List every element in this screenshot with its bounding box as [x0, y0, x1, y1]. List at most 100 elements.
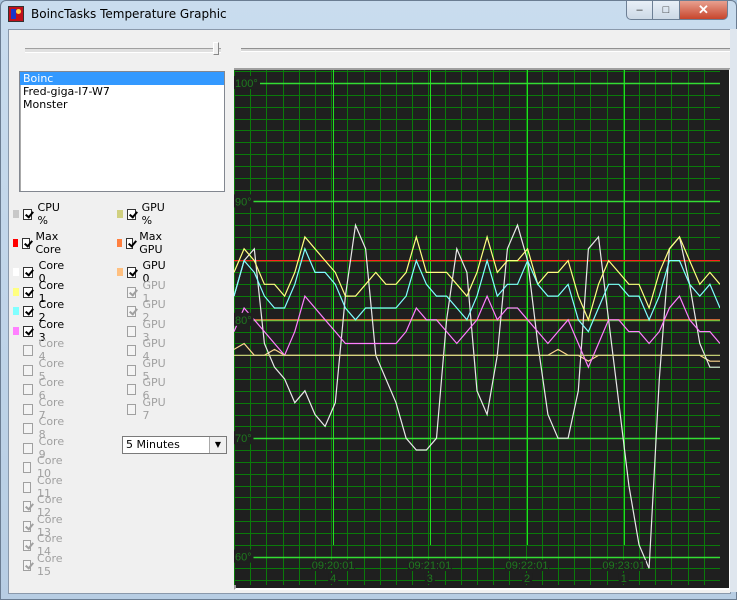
time-range-select[interactable]: 5 Minutes ▼: [122, 436, 227, 454]
window-controls: – □ ✕: [626, 1, 728, 20]
checkbox-gpu-7: [127, 403, 137, 415]
x-tick-label: 09:23:01: [602, 560, 645, 572]
computer-list-item[interactable]: Monster: [20, 98, 224, 111]
legend-label: Core 15: [37, 552, 63, 578]
legend-item-core-0: Core 0: [13, 259, 67, 285]
checkbox-max-core[interactable]: [21, 237, 30, 249]
y-tick-label: 90°: [235, 196, 252, 208]
computer-list-item[interactable]: Fred-giga-I7-W7: [20, 85, 224, 98]
checkbox-core-12: [22, 500, 32, 512]
window-edge: [730, 29, 737, 592]
legend-item-max-core: Max Core: [13, 230, 67, 256]
y-tick-label: 100°: [235, 78, 258, 90]
legend-item-cpu-pct: CPU %: [13, 201, 64, 227]
legend-item-gpu-6: GPU 6: [117, 376, 169, 402]
color-swatch: [13, 288, 20, 296]
app-icon: [8, 6, 24, 22]
checkbox-core-2[interactable]: [23, 305, 33, 317]
checkbox-core-10: [22, 461, 32, 473]
x-tick-label: 09:21:01: [408, 560, 451, 572]
x-tick-label: 09:22:01: [506, 560, 549, 572]
legend-item-core-5: Core 5: [13, 357, 67, 383]
legend-label: Max GPU: [139, 230, 163, 256]
checkbox-core-6: [23, 383, 33, 395]
checkbox-cpu-pct[interactable]: [22, 208, 32, 220]
chevron-down-icon[interactable]: ▼: [209, 437, 226, 453]
legend-item-gpu-2: GPU 2: [117, 298, 169, 324]
y-tick-label: 70°: [235, 433, 252, 445]
close-button[interactable]: ✕: [680, 1, 728, 20]
computer-list-item[interactable]: Boinc: [20, 72, 224, 85]
legend-item-core-10: Core 10: [13, 454, 67, 480]
y-tick-label: 80°: [235, 315, 252, 327]
legend-item-core-2: Core 2: [13, 298, 67, 324]
color-swatch: [117, 210, 123, 218]
window-title: BoincTasks Temperature Graphic: [31, 7, 227, 21]
checkbox-core-5: [23, 364, 33, 376]
checkbox-core-0[interactable]: [23, 266, 33, 278]
legend-item-max-gpu: Max GPU: [117, 230, 169, 256]
legend-item-core-1: Core 1: [13, 279, 67, 305]
color-swatch: [13, 327, 20, 335]
legend-item-core-3: Core 3: [13, 318, 67, 344]
legend-item-gpu-3: GPU 3: [117, 318, 169, 344]
checkbox-gpu-4: [127, 344, 137, 356]
checkbox-core-15: [22, 559, 32, 571]
minimize-button[interactable]: –: [626, 1, 653, 20]
legend-item-core-8: Core 8: [13, 415, 67, 441]
checkbox-core-1[interactable]: [23, 286, 33, 298]
time-scroll-slider[interactable]: [241, 48, 730, 52]
checkbox-core-3[interactable]: [23, 325, 33, 337]
time-range-value: 5 Minutes: [126, 438, 180, 451]
color-swatch: [117, 239, 122, 247]
legend-item-gpu-5: GPU 5: [117, 357, 169, 383]
legend-item-gpu-0: GPU 0: [117, 259, 169, 285]
maximize-button[interactable]: □: [653, 1, 680, 20]
color-swatch: [117, 268, 124, 276]
checkbox-gpu-3: [127, 325, 137, 337]
x-tick-sublabel: 3: [427, 573, 433, 585]
checkbox-gpu-1: [127, 286, 137, 298]
legend-item-gpu-pct: GPU %: [117, 201, 169, 227]
checkbox-core-4: [23, 344, 33, 356]
legend-item-core-13: Core 13: [13, 513, 67, 539]
title-bar[interactable]: BoincTasks Temperature Graphic – □ ✕: [1, 1, 736, 29]
color-swatch: [13, 268, 20, 276]
checkbox-gpu-6: [127, 383, 137, 395]
legend-label: CPU %: [37, 201, 60, 227]
legend-label: GPU 7: [142, 396, 166, 422]
checkbox-core-14: [22, 539, 32, 551]
x-tick-sublabel: 4: [330, 573, 336, 585]
zoom-slider-track[interactable]: [25, 48, 221, 53]
checkbox-gpu-5: [127, 364, 137, 376]
checkbox-gpu-2: [127, 305, 137, 317]
legend-label: GPU %: [141, 201, 165, 227]
zoom-slider-thumb[interactable]: [213, 42, 219, 55]
legend-item-core-4: Core 4: [13, 337, 67, 363]
legend-item-core-9: Core 9: [13, 435, 67, 461]
legend-label: Max Core: [35, 230, 61, 256]
legend-item-core-14: Core 14: [13, 532, 67, 558]
checkbox-core-7: [23, 403, 33, 415]
checkbox-core-8: [23, 422, 33, 434]
legend-item-core-7: Core 7: [13, 396, 67, 422]
x-tick-sublabel: 1: [621, 573, 627, 585]
checkbox-gpu-0[interactable]: [127, 266, 137, 278]
legend-item-gpu-4: GPU 4: [117, 337, 169, 363]
x-tick-sublabel: 2: [524, 573, 530, 585]
checkbox-gpu-pct[interactable]: [126, 208, 136, 220]
close-icon: ✕: [698, 2, 709, 17]
color-swatch: [13, 210, 19, 218]
computer-list[interactable]: Boinc Fred-giga-I7-W7 Monster: [19, 71, 225, 192]
color-swatch: [13, 307, 20, 315]
temperature-chart: 100° 90° 80° 70° 60° 09:20:014 09:21:013 09:22:…: [234, 70, 720, 585]
legend-item-core-6: Core 6: [13, 376, 67, 402]
legend-item-gpu-1: GPU 1: [117, 279, 169, 305]
legend-item-gpu-7: GPU 7: [117, 396, 169, 422]
legend-item-core-12: Core 12: [13, 493, 67, 519]
checkbox-max-gpu[interactable]: [125, 237, 134, 249]
legend-item-core-11: Core 11: [13, 474, 67, 500]
color-swatch: [13, 239, 18, 247]
checkbox-core-11: [22, 481, 32, 493]
maximize-icon: □: [662, 4, 670, 16]
